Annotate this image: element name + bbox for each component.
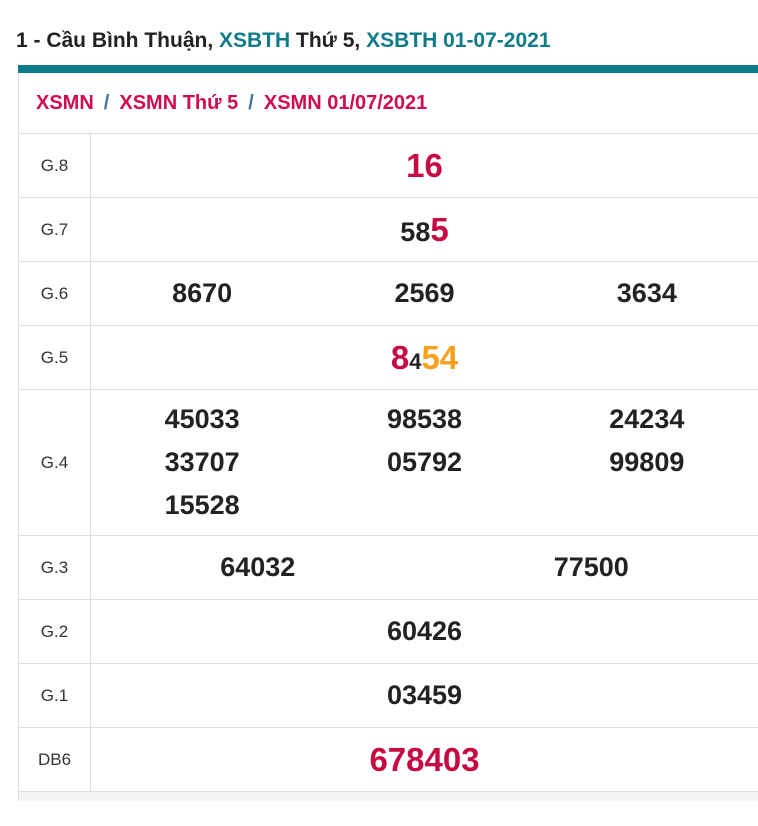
title-segment: Thứ 5, xyxy=(290,29,367,52)
prize-number: 33707 xyxy=(165,446,240,480)
prize-number: 24234 xyxy=(609,403,684,437)
prize-number: 99809 xyxy=(609,446,684,480)
prize-number-segment: 678403 xyxy=(369,740,480,778)
prize-number: 8 4 54 xyxy=(391,337,458,378)
prize-number-segment: 5 xyxy=(430,210,449,248)
prize-values: 678403 xyxy=(91,728,758,791)
breadcrumb-link[interactable]: XSMN xyxy=(36,92,94,115)
prize-values: 45033 98538 24234 33707 05792 99809 15528 xyxy=(91,390,758,535)
prize-number: 64032 xyxy=(220,551,295,585)
prize-number-segment: 05792 xyxy=(386,446,463,477)
prize-values: 58 5 xyxy=(91,198,758,261)
prize-number-segment: 3634 xyxy=(616,277,677,308)
breadcrumb-link[interactable]: XSMN 01/07/2021 xyxy=(264,92,427,115)
table-row: G.3 64032 77500 xyxy=(19,536,758,600)
prize-number: 678403 xyxy=(369,739,479,780)
prize-number: 98538 xyxy=(387,403,462,437)
prize-number: 2569 xyxy=(394,277,454,311)
lottery-results-page: 1 - Cầu Bình Thuận, XSBTH Thứ 5, XSBTH 0… xyxy=(0,27,758,801)
prize-values: 60426 xyxy=(91,600,758,663)
prize-label: G.6 xyxy=(19,262,91,325)
prize-number-segment: 33707 xyxy=(164,446,240,477)
page-title: 1 - Cầu Bình Thuận, XSBTH Thứ 5, XSBTH 0… xyxy=(16,27,758,55)
table-row: G.8 16 xyxy=(19,134,758,198)
breadcrumb-link[interactable]: XSMN Thứ 5 xyxy=(119,92,238,115)
table-row: G.2 60426 xyxy=(19,600,758,664)
prize-values: 16 xyxy=(91,134,758,197)
table-row: G.7 58 5 xyxy=(19,198,758,262)
table-row: G.4 45033 98538 24234 33707 05792 99809 15528 xyxy=(19,390,758,536)
table-row: G.5 8 4 54 xyxy=(19,326,758,390)
prize-number: 15528 xyxy=(165,489,240,523)
table-row: G.6 8670 2569 3634 xyxy=(19,262,758,326)
prize-number-segment: 15528 xyxy=(164,489,240,520)
results-panel: XSMN / XSMN Thứ 5 / XSMN 01/07/2021 G.8 16 G.7… xyxy=(18,73,758,801)
prize-number: 60426 xyxy=(387,615,462,649)
prize-number-segment: 24234 xyxy=(609,403,685,434)
title-segment[interactable]: XSBTH 01-07-2021 xyxy=(366,29,550,52)
prize-number: 3634 xyxy=(617,277,677,311)
prize-number: 45033 xyxy=(165,403,240,437)
prize-number-segment: 8 xyxy=(390,338,410,376)
prize-number: 05792 xyxy=(387,446,462,480)
prize-number-segment: 16 xyxy=(406,146,443,184)
prize-values: 64032 77500 xyxy=(91,536,758,599)
prize-values: 03459 xyxy=(91,664,758,727)
prize-number-segment: 03459 xyxy=(386,679,463,710)
prize-number-segment: 4 xyxy=(409,348,422,374)
prize-number-segment: 98538 xyxy=(386,403,463,434)
prize-label: G.2 xyxy=(19,600,91,663)
prize-label: G.1 xyxy=(19,664,91,727)
footer-strip xyxy=(19,792,758,801)
prize-number: 03459 xyxy=(387,679,462,713)
prize-number-segment: 64032 xyxy=(220,551,296,582)
prize-number-segment: 8670 xyxy=(172,277,233,308)
title-segment: 1 - Cầu Bình Thuận, xyxy=(16,29,219,52)
prize-number-segment: 45033 xyxy=(164,403,240,434)
title-segment[interactable]: XSBTH xyxy=(219,29,290,52)
results-table: G.8 16 G.7 58 5 G.6 8670 2569 3634 G.5 8 4 54 G.4 4503… xyxy=(19,133,758,792)
prize-number-segment: 54 xyxy=(421,338,459,376)
table-row: DB6 678403 xyxy=(19,728,758,792)
breadcrumb: XSMN / XSMN Thứ 5 / XSMN 01/07/2021 xyxy=(19,73,758,133)
prize-number: 58 5 xyxy=(400,209,448,250)
prize-values: 8 4 54 xyxy=(91,326,758,389)
prize-number: 16 xyxy=(406,145,443,186)
breadcrumb-separator: / xyxy=(103,91,110,114)
prize-number: 8670 xyxy=(172,277,232,311)
prize-label: G.8 xyxy=(19,134,91,197)
prize-number-segment: 77500 xyxy=(553,551,629,582)
prize-label: G.5 xyxy=(19,326,91,389)
prize-number: 77500 xyxy=(554,551,629,585)
prize-number-segment: 58 xyxy=(400,216,431,247)
prize-label: G.7 xyxy=(19,198,91,261)
prize-number-segment: 60426 xyxy=(386,615,463,646)
prize-number-segment: 2569 xyxy=(394,277,455,308)
prize-label: G.4 xyxy=(19,390,91,535)
prize-number-segment: 99809 xyxy=(609,446,685,477)
prize-label: G.3 xyxy=(19,536,91,599)
prize-values: 8670 2569 3634 xyxy=(91,262,758,325)
accent-bar xyxy=(18,65,758,73)
breadcrumb-separator: / xyxy=(248,91,254,114)
table-row: G.1 03459 xyxy=(19,664,758,728)
prize-label: DB6 xyxy=(19,728,91,791)
